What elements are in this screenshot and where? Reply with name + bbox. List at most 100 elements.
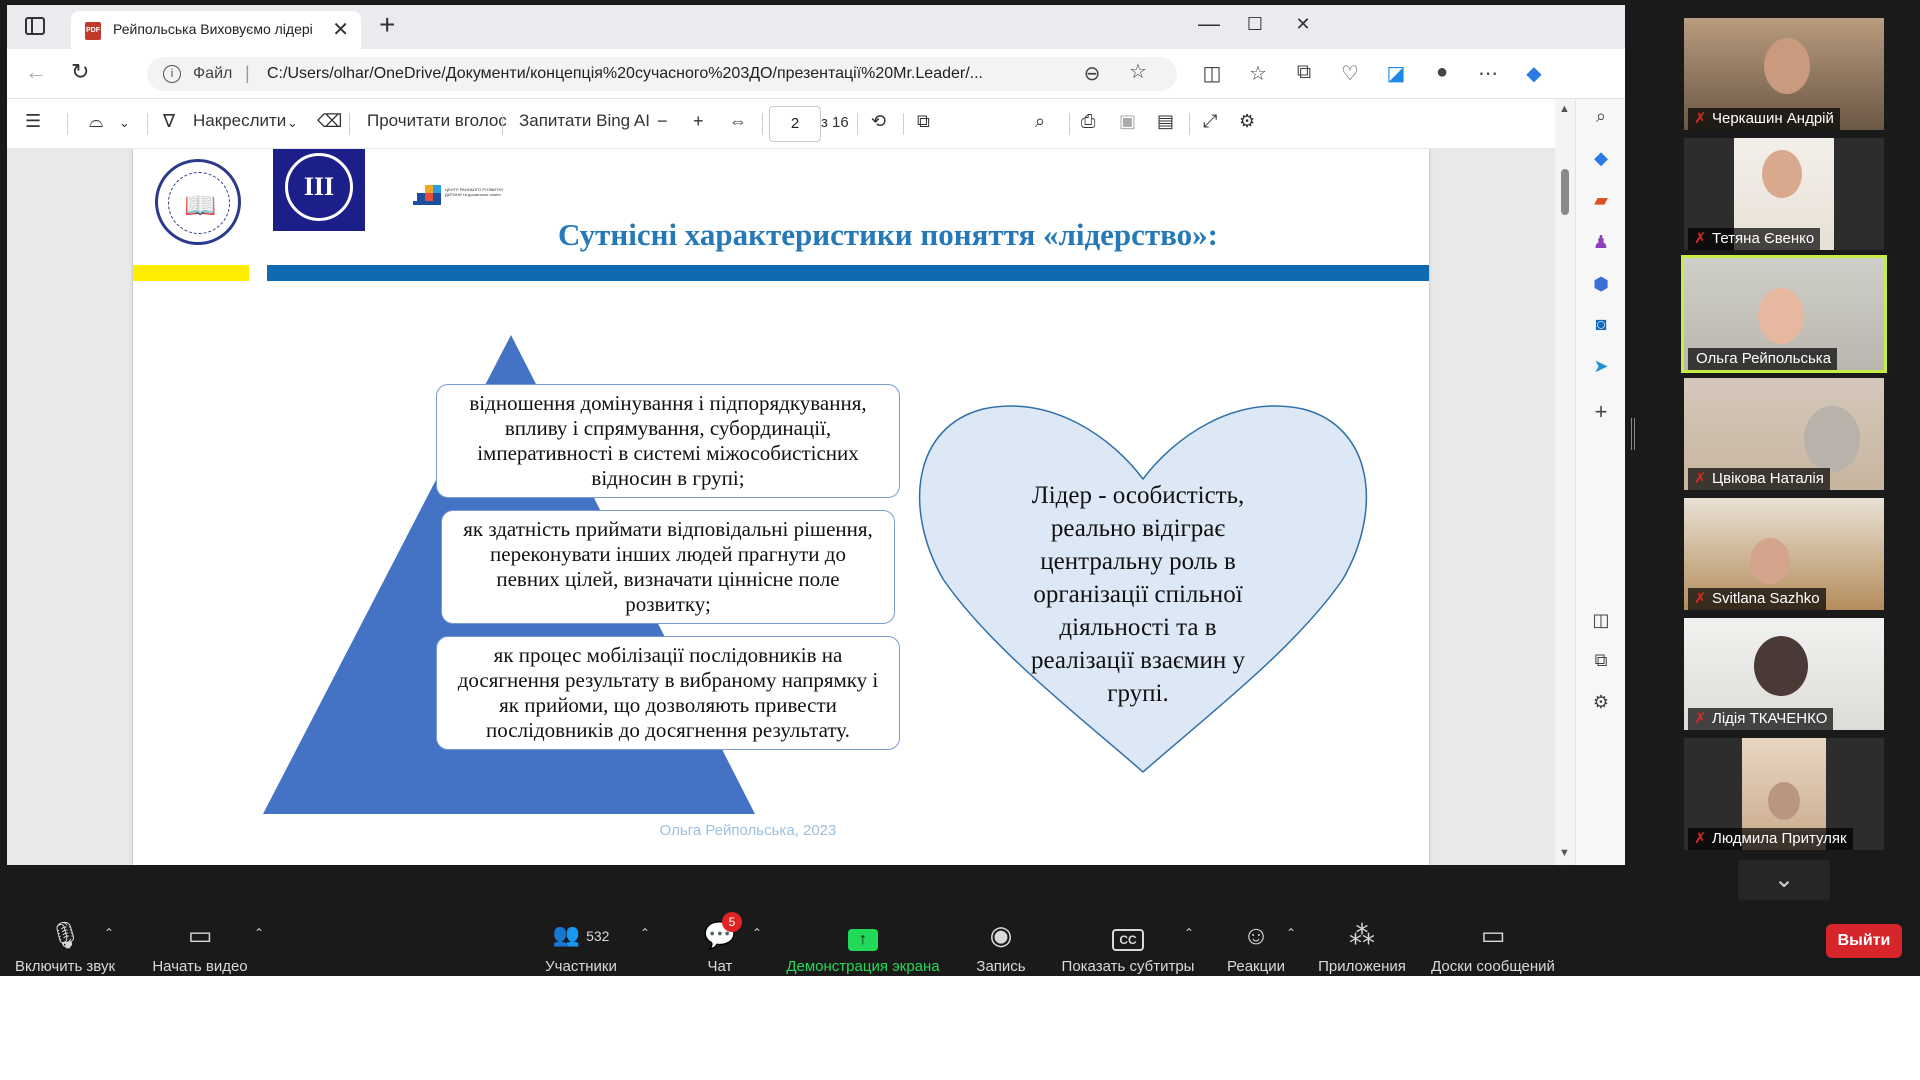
read-aloud-button[interactable]: Прочитати вголос [367,111,507,131]
ask-bing-button[interactable]: Запитати Bing AI [519,111,650,131]
fit-width-icon[interactable]: ⇔ [729,111,747,132]
apps-button[interactable]: ⁂ Приложения [1314,918,1410,975]
sidebar-search-icon[interactable]: ⌕ [1588,103,1614,129]
address-bar[interactable]: i Файл | C:/Users/olhar/OneDrive/Докумен… [147,57,1177,91]
participants-button[interactable]: 👥 532 Участники ⌃ [536,918,650,975]
draw-icon[interactable]: ∇ [163,111,175,132]
sidebar-shopping-icon[interactable]: ◆ [1588,145,1614,171]
chat-options-chevron-icon[interactable]: ⌃ [752,926,762,940]
save-icon[interactable]: ▣ [1119,111,1136,132]
participant-name-text: Тетяна Євенко [1712,230,1815,247]
video-off-icon: ▭ [187,920,213,950]
sidebar-tools-icon[interactable]: ▰ [1588,187,1614,213]
shared-screen-browser: PDF Рейпольська Виховуємо лідері ✕ + — ☐… [7,5,1625,865]
audio-options-chevron-icon[interactable]: ⌃ [104,926,114,940]
zoom-in-button[interactable]: + [693,111,704,132]
info-icon[interactable]: i [163,65,181,83]
participant-tile[interactable]: ✗ Людмила Притуляк [1684,738,1884,850]
participant-tile[interactable]: ✗ Цвікова Наталія [1684,378,1884,490]
favorite-star-icon[interactable]: ☆ [1123,59,1153,84]
contents-icon[interactable]: ☰ [25,111,41,132]
reactions-options-chevron-icon[interactable]: ⌃ [1286,926,1296,940]
sidebar-send-icon[interactable]: ➤ [1588,353,1614,379]
video-options-chevron-icon[interactable]: ⌃ [254,926,264,940]
zoom-out-button[interactable]: − [657,111,668,132]
participant-name: Ольга Рейпольська [1688,348,1838,370]
share-screen-button[interactable]: ↑ Демонстрация экрана [782,918,944,975]
rotate-icon[interactable]: ⟲ [871,111,886,132]
participant-tile-active-speaker[interactable]: Ольга Рейпольська [1681,255,1887,373]
new-tab-button[interactable]: + [379,9,395,41]
chat-button[interactable]: 💬 5 Чат ⌃ [696,912,762,975]
more-menu-icon[interactable]: ⋯ [1473,61,1503,86]
collections-icon[interactable]: ⧉ [1289,61,1319,84]
tab-close-icon[interactable]: ✕ [332,17,349,42]
print-icon[interactable]: ⎙ [1081,111,1095,132]
tab-actions-icon[interactable] [25,17,45,35]
sidebar-open-external-icon[interactable]: ⧉ [1588,647,1614,673]
participant-name: ✗ Svitlana Sazhko [1688,588,1826,610]
draw-button[interactable]: Накреслити [193,111,286,131]
sidebar-microsoft365-icon[interactable]: ⬢ [1588,271,1614,297]
scroll-up-arrow-icon[interactable]: ▲ [1559,103,1570,115]
record-button[interactable]: ◉ Запись [974,918,1028,975]
pyramid-item-2: як здатність приймати відповідальні ріше… [441,510,895,624]
whiteboards-button[interactable]: ▭ Доски сообщений [1426,918,1560,975]
pyramid-item-3: як процес мобілізації послідовників на д… [436,636,900,750]
reactions-button[interactable]: ☺ Реакции ⌃ [1224,918,1296,975]
minimize-button[interactable]: — [1189,11,1229,37]
participants-options-chevron-icon[interactable]: ⌃ [640,926,650,940]
leave-meeting-button[interactable]: Выйти [1826,924,1902,958]
start-video-button[interactable]: ▭ Начать видео ⌃ [140,918,264,975]
favorites-icon[interactable]: ☆ [1243,61,1273,86]
settings-gear-icon[interactable]: ⚙ [1239,111,1255,132]
refresh-icon[interactable]: ↻ [71,59,89,85]
save-as-icon[interactable]: ▤ [1157,111,1174,132]
sidebar-games-icon[interactable]: ♟ [1588,229,1614,255]
participant-tile[interactable]: ✗ Черкашин Андрій [1684,18,1884,130]
scrollbar-thumb[interactable] [1561,169,1569,215]
captions-options-chevron-icon[interactable]: ⌃ [1184,926,1194,940]
muted-mic-icon: ✗ [1694,710,1707,727]
participant-face [1764,38,1810,94]
page-view-icon[interactable]: ⧉ [917,111,930,132]
scroll-down-arrow-icon[interactable]: ▼ [1559,847,1570,859]
search-icon[interactable]: ⌕ [1035,111,1045,132]
captions-label: Показать субтитры [1061,958,1195,975]
browser-tab-active[interactable]: PDF Рейпольська Виховуємо лідері ✕ [71,11,361,49]
sidebar-outlook-icon[interactable]: ◙ [1588,311,1614,337]
participant-tile[interactable]: ✗ Лідія ТКАЧЕНКО [1684,618,1884,730]
chat-label: Чат [707,958,733,975]
copilot-icon[interactable]: ◆ [1519,61,1549,86]
url-text[interactable]: C:/Users/olhar/OneDrive/Документи/концеп… [267,65,1067,83]
panel-resize-handle[interactable] [1631,418,1635,450]
extension-icon[interactable]: ◪ [1381,61,1411,86]
participant-tile[interactable]: ✗ Тетяна Євенко [1684,138,1884,250]
draw-options-chevron-icon[interactable]: ⌄ [287,115,298,131]
participant-name-text: Черкашин Андрій [1712,110,1834,127]
captions-button[interactable]: CC Показать субтитры ⌃ [1060,918,1196,975]
split-screen-icon[interactable]: ◫ [1197,61,1227,86]
unmute-button[interactable]: 🎙 Включить звук ⌃ [10,918,120,975]
maximize-button[interactable]: ☐ [1235,14,1275,35]
window-close-button[interactable]: ✕ [1283,14,1323,35]
page-number-input[interactable]: 2 [769,106,821,142]
browser-essentials-icon[interactable]: ♡ [1335,61,1365,86]
participants-label: Участники [545,958,617,975]
zoom-out-icon[interactable]: ⊖ [1077,61,1107,86]
highlight-icon[interactable]: ⌓ [89,111,103,132]
back-arrow-icon[interactable]: ← [25,59,47,85]
sidebar-settings-gear-icon[interactable]: ⚙ [1588,689,1614,715]
sidebar-add-icon[interactable]: + [1588,399,1614,425]
gallery-scroll-down-button[interactable]: ⌄ [1738,860,1830,900]
pdf-viewer-area[interactable]: 📖 ІІІ ЦЕНТР РАННЬОГО РОЗВИТКУ ДИТИНИ та … [7,149,1555,865]
captions-icon: CC [1060,918,1196,952]
sidebar-hide-icon[interactable]: ◫ [1588,607,1614,633]
highlight-options-chevron-icon[interactable]: ⌄ [119,115,130,131]
fullscreen-icon[interactable]: ⤢ [1203,111,1217,132]
participant-tile[interactable]: ✗ Svitlana Sazhko [1684,498,1884,610]
pdf-scrollbar[interactable]: ▲ ▼ [1555,99,1575,865]
profile-avatar-icon[interactable]: ● [1427,61,1457,84]
toolbar-divider [349,113,350,135]
eraser-icon[interactable]: ⌫ [317,111,342,132]
